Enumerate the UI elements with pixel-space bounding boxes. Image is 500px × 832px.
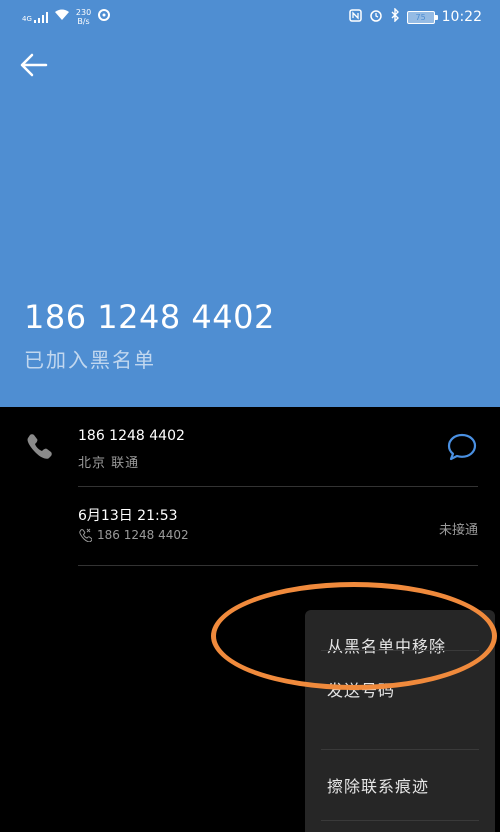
- divider: [78, 486, 478, 487]
- menu-divider: [321, 650, 479, 651]
- back-button[interactable]: [18, 50, 50, 80]
- remove-from-blocklist-item[interactable]: 从黑名单中移除: [305, 620, 495, 670]
- menu-divider: [321, 749, 479, 750]
- blocklist-status: 已加入黑名单: [24, 348, 156, 372]
- call-log-datetime: 6月13日 21:53: [78, 508, 178, 524]
- status-bar: 4G 230 B/s 75 10:22: [0, 0, 500, 34]
- network-speed: 230 B/s: [75, 8, 92, 26]
- sync-icon: [97, 8, 111, 26]
- missed-call-icon: [79, 528, 92, 542]
- status-time: 10:22: [441, 9, 482, 25]
- alarm-icon: [369, 8, 383, 26]
- erase-contact-traces-item[interactable]: 擦除联系痕迹: [305, 760, 495, 810]
- call-location: 北京 联通: [78, 456, 140, 471]
- phone-icon[interactable]: [24, 432, 52, 460]
- bluetooth-icon: [390, 7, 400, 26]
- message-icon[interactable]: [446, 432, 478, 462]
- contact-header: 4G 230 B/s 75 10:22 186 1248 4402 已加入黑名单: [0, 0, 500, 407]
- options-menu: 从黑名单中移除 发送号码 擦除联系痕迹: [305, 610, 495, 832]
- nfc-icon: [348, 8, 362, 26]
- call-log-number: 186 1248 4402: [97, 528, 189, 542]
- divider: [78, 565, 478, 566]
- send-number-item[interactable]: 发送号码: [305, 664, 495, 714]
- menu-divider: [321, 820, 479, 821]
- call-status: 未接通: [438, 523, 478, 538]
- wifi-icon: [54, 9, 70, 25]
- call-number: 186 1248 4402: [78, 428, 185, 444]
- call-log-detail: 186 1248 4402: [78, 528, 189, 542]
- battery-icon: 75: [406, 10, 438, 24]
- signal-icon: 4G: [22, 11, 48, 23]
- contact-phone-number: 186 1248 4402: [24, 298, 275, 336]
- back-arrow-icon: [20, 53, 48, 77]
